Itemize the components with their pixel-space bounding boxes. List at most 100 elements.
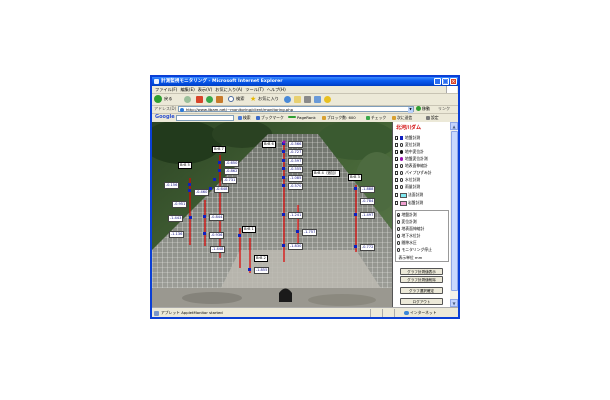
borehole-label[interactable]: BrB 5 [178,162,192,169]
borehole-label[interactable]: BrB 4（追加） [312,170,341,177]
layer-item[interactable]: 地表面伸縮計 [395,163,449,169]
mode-radio[interactable] [396,241,400,245]
layer-item[interactable]: 岩盤計測 [395,200,449,206]
layer-checkbox[interactable] [395,157,399,161]
slope-monitoring-map[interactable]: BrB 6 BrB 7 BrB 5 BrB 4（追加） BrB 3 BrB 1 … [152,122,392,307]
home-icon[interactable] [216,96,223,103]
mode-option[interactable]: 地盤計測 [396,212,451,218]
mode-option[interactable]: 地下水位計 [396,233,451,239]
layer-item[interactable]: 雨量計測 [395,184,449,190]
layer-item[interactable]: 法面計測 [395,192,449,198]
edit-icon[interactable] [314,96,321,103]
layer-item[interactable]: 水位計測 [395,177,449,183]
mode-option[interactable]: 変位計測 [396,219,451,225]
layer-item[interactable]: 地中変位計 [395,149,449,155]
mail-icon[interactable] [294,96,301,103]
google-search-button[interactable]: 検索 [238,113,251,122]
point-marker[interactable] [282,184,285,187]
layer-checkbox[interactable] [395,150,399,154]
point-marker[interactable] [248,268,251,271]
borehole-label[interactable]: BrB 1 [242,226,256,233]
google-settings-button[interactable]: 設定 [426,113,439,122]
point-marker[interactable] [218,161,221,164]
point-marker[interactable] [188,189,191,192]
google-bookmark-button[interactable]: ブックマーク [256,113,284,122]
title-bar[interactable]: 計測監視モニタリング - Microsoft Internet Explorer… [152,77,458,86]
stop-icon[interactable] [196,96,203,103]
show-graph-values-button[interactable]: グラフ計測値表示 [400,268,443,275]
google-send-button[interactable]: 次に送信 [392,113,412,122]
menu-edit[interactable]: 編集(E) [180,86,194,93]
layer-checkbox[interactable] [395,185,399,189]
back-button[interactable]: 戻る [154,94,180,104]
layer-checkbox[interactable] [395,178,399,182]
minimize-button[interactable]: _ [434,78,441,85]
layer-checkbox[interactable] [395,143,399,147]
vertical-scrollbar[interactable]: ▲ ▼ [450,122,458,307]
scroll-down-icon[interactable]: ▼ [450,299,458,307]
point-marker[interactable] [354,245,357,248]
go-button[interactable]: 移動 [416,105,430,113]
favorites-button[interactable]: ★ お気に入り [250,94,280,104]
google-pagerank[interactable]: PageRank [288,113,316,122]
point-marker[interactable] [189,216,192,219]
borehole-label[interactable]: BrB 7 [212,146,226,153]
mode-radio[interactable] [396,234,400,238]
layer-checkbox[interactable] [395,171,399,175]
mode-option[interactable]: 地表面伸縮計 [396,226,451,232]
messenger-icon[interactable] [324,96,331,103]
close-button[interactable]: × [450,78,457,85]
point-marker[interactable] [282,176,285,179]
mode-radio[interactable] [396,227,400,231]
history-icon[interactable] [284,96,291,103]
point-marker[interactable] [213,178,216,181]
address-input[interactable]: http://www.libam.net/~monitoring/client/… [178,106,414,113]
google-search-input[interactable] [176,114,234,121]
point-marker[interactable] [282,244,285,247]
point-marker[interactable] [282,150,285,153]
layer-checkbox[interactable] [395,164,399,168]
menu-file[interactable]: ファイル(F) [155,86,177,93]
mode-option[interactable]: 間隙水圧 [396,240,451,246]
scroll-thumb[interactable] [450,131,458,291]
point-marker[interactable] [282,213,285,216]
scroll-up-icon[interactable]: ▲ [450,122,458,130]
point-marker[interactable] [354,213,357,216]
point-marker[interactable] [218,169,221,172]
layer-item[interactable]: パイプひずみ計 [395,170,449,176]
point-marker[interactable] [203,215,206,218]
layer-checkbox[interactable] [395,136,399,140]
menu-tools[interactable]: ツール(T) [245,86,263,93]
layer-item[interactable]: 地盤変位計測 [395,156,449,162]
layer-item[interactable]: 地盤計測 [395,135,449,141]
borehole-label[interactable]: BrB 6 [262,141,276,148]
clear-graph-values-button[interactable]: グラフ計測値削除 [400,276,443,283]
confirm-graph-selection-button[interactable]: グラフ選択確定 [400,287,443,294]
mode-radio[interactable] [396,220,400,224]
forward-icon[interactable] [184,96,191,103]
logout-button[interactable]: ログアウト [400,298,443,305]
point-marker[interactable] [203,232,206,235]
google-popup-blocker[interactable]: ブロック数: 600 [322,113,356,122]
point-marker[interactable] [188,183,191,186]
menu-view[interactable]: 表示(V) [198,86,213,93]
layer-item[interactable]: 変位計測 [395,142,449,148]
point-marker[interactable] [296,230,299,233]
chevron-down-icon[interactable]: ▼ [408,107,413,113]
menu-help[interactable]: ヘルプ(H) [267,86,286,93]
links-button[interactable]: リンク [438,105,450,113]
borehole-label[interactable]: BrB 2 [254,255,268,262]
menu-favorites[interactable]: お気に入り(A) [215,86,242,93]
mode-radio[interactable] [396,248,400,252]
mode-option[interactable]: モニタリング停止 [396,247,451,253]
point-marker[interactable] [238,234,241,237]
print-icon[interactable] [304,96,311,103]
google-check-button[interactable]: チェック [366,113,386,122]
point-marker[interactable] [354,187,357,190]
maximize-button[interactable]: □ [442,78,449,85]
layer-checkbox[interactable] [395,201,399,205]
borehole-label[interactable]: BrB 3 [348,174,362,181]
google-logo[interactable]: Google [155,113,175,122]
point-marker[interactable] [282,167,285,170]
refresh-icon[interactable] [206,96,213,103]
